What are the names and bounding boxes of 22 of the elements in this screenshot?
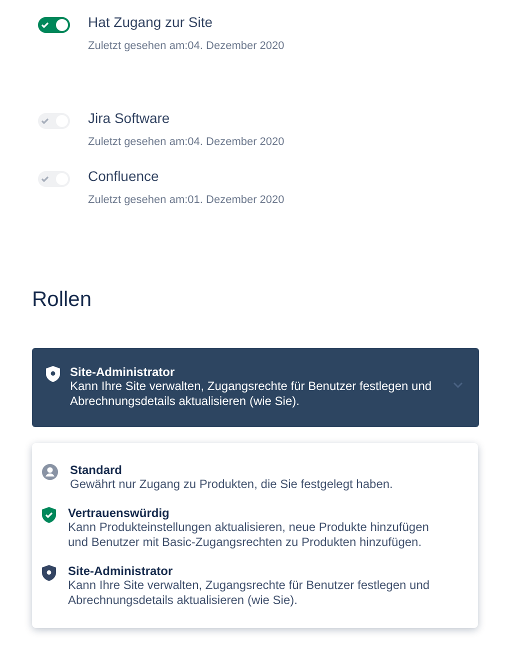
product-name: Hat Zugang zur Site <box>88 14 214 30</box>
shield-check-icon <box>42 507 56 523</box>
shield-icon <box>42 565 56 581</box>
shield-icon <box>46 366 60 382</box>
check-icon <box>40 20 50 30</box>
role-title: Site-Administrator <box>70 365 176 379</box>
toggle-switch[interactable] <box>38 17 70 33</box>
last-seen-text: Zuletzt gesehen am:04. Dezember 2020 <box>88 40 284 52</box>
last-seen-text: Zuletzt gesehen am:04. Dezember 2020 <box>88 136 284 148</box>
check-icon <box>40 116 50 126</box>
role-option[interactable]: Standard Gewährt nur Zugang zu Produkten, die Sie festgelegt haben. <box>32 463 478 492</box>
user-icon <box>42 464 58 480</box>
check-icon <box>40 174 50 184</box>
last-seen-text: Zuletzt gesehen am:01. Dezember 2020 <box>88 194 284 206</box>
product-name: Jira Software <box>88 110 171 126</box>
section-heading: Rollen <box>32 288 93 312</box>
role-option[interactable]: Vertrauenswürdig Kann Produkteinstellungen aktualisieren, neue Produkte hinzufügen und Benutzer mit Basic-Zugangsrechten zu Produkten hinzufügen. <box>32 506 478 550</box>
role-description: Kann Ihre Site verwalten, Zugangsrechte für Benutzer festlegen und Abrechnungsdetails aktualisieren (wie Sie). <box>70 379 433 409</box>
role-option[interactable]: Site-Administrator Kann Ihre Site verwalten, Zugangsrechte für Benutzer festlegen und Abrechnungsdetails aktualisieren (wie Sie). <box>32 564 478 608</box>
chevron-down-icon <box>453 382 463 388</box>
product-name: Confluence <box>88 168 160 184</box>
role-select[interactable]: Site-Administrator Kann Ihre Site verwalten, Zugangsrechte für Benutzer festlegen und Abrechnungsdetails aktualisieren (wie Sie). <box>32 348 479 427</box>
